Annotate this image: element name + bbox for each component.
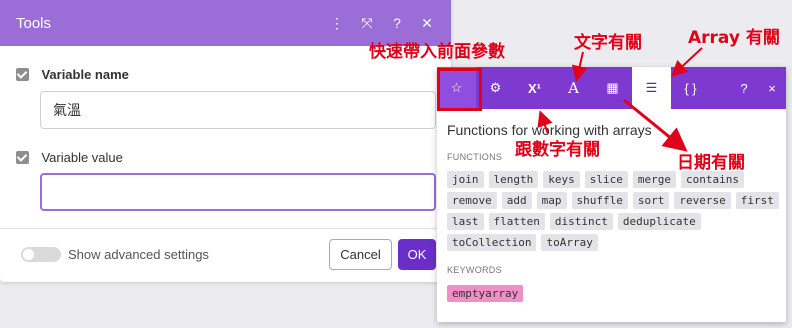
screen: Tools ⋮ ⤧ ? ✕ Variable name 氣溫 Variable … <box>0 0 792 328</box>
arrow-text <box>571 51 588 82</box>
arrow-array <box>671 47 703 77</box>
arrow-math <box>537 110 553 135</box>
arrow-date <box>623 98 688 152</box>
annotation-arrows <box>537 47 703 152</box>
